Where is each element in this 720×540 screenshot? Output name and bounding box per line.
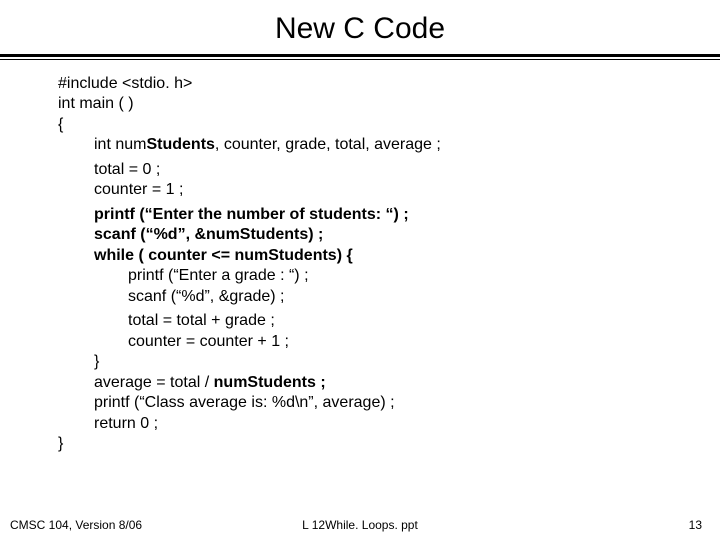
slide-title: New C Code	[0, 0, 720, 54]
code-line: }	[58, 434, 720, 454]
code-line: total = 0 ;	[58, 160, 720, 180]
code-line: scanf (“%d”, &grade) ;	[58, 287, 720, 307]
code-text-bold: while ( counter <= num	[94, 247, 268, 264]
code-text-bold: Students	[146, 136, 214, 153]
code-text-bold: num	[214, 374, 248, 391]
code-text-bold: printf (“Enter the number of students: “…	[94, 206, 409, 223]
code-line: printf (“Class average is: %d\n”, averag…	[58, 393, 720, 413]
footer-page-number: 13	[689, 518, 702, 532]
code-line: return 0 ;	[58, 414, 720, 434]
code-line: printf (“Enter a grade : “) ;	[58, 266, 720, 286]
code-line: counter = counter + 1 ;	[58, 332, 720, 352]
code-line: #include <stdio. h>	[58, 74, 720, 94]
code-text: int num	[94, 136, 146, 153]
code-line: {	[58, 115, 720, 135]
footer-left: CMSC 104, Version 8/06	[10, 518, 142, 532]
code-line: int main ( )	[58, 94, 720, 114]
code-text-bold: Students) {	[268, 247, 352, 264]
code-line: while ( counter <= numStudents) {	[58, 246, 720, 266]
code-line: average = total / numStudents ;	[58, 373, 720, 393]
code-text: , counter, grade, total, average ;	[215, 136, 441, 153]
footer-center: L 12While. Loops. ppt	[302, 518, 418, 532]
code-line: int numStudents, counter, grade, total, …	[58, 135, 720, 155]
code-line: counter = 1 ;	[58, 180, 720, 200]
code-text-bold: scanf (“%d”, &num	[94, 226, 240, 243]
code-line: printf (“Enter the number of students: “…	[58, 205, 720, 225]
code-text-bold: Students ;	[247, 374, 325, 391]
code-line: scanf (“%d”, &numStudents) ;	[58, 225, 720, 245]
code-block: #include <stdio. h> int main ( ) { int n…	[0, 60, 720, 454]
title-divider	[0, 54, 720, 60]
code-line: }	[58, 352, 720, 372]
code-text-bold: Students) ;	[240, 226, 324, 243]
code-text: average = total /	[94, 374, 214, 391]
code-line: total = total + grade ;	[58, 311, 720, 331]
